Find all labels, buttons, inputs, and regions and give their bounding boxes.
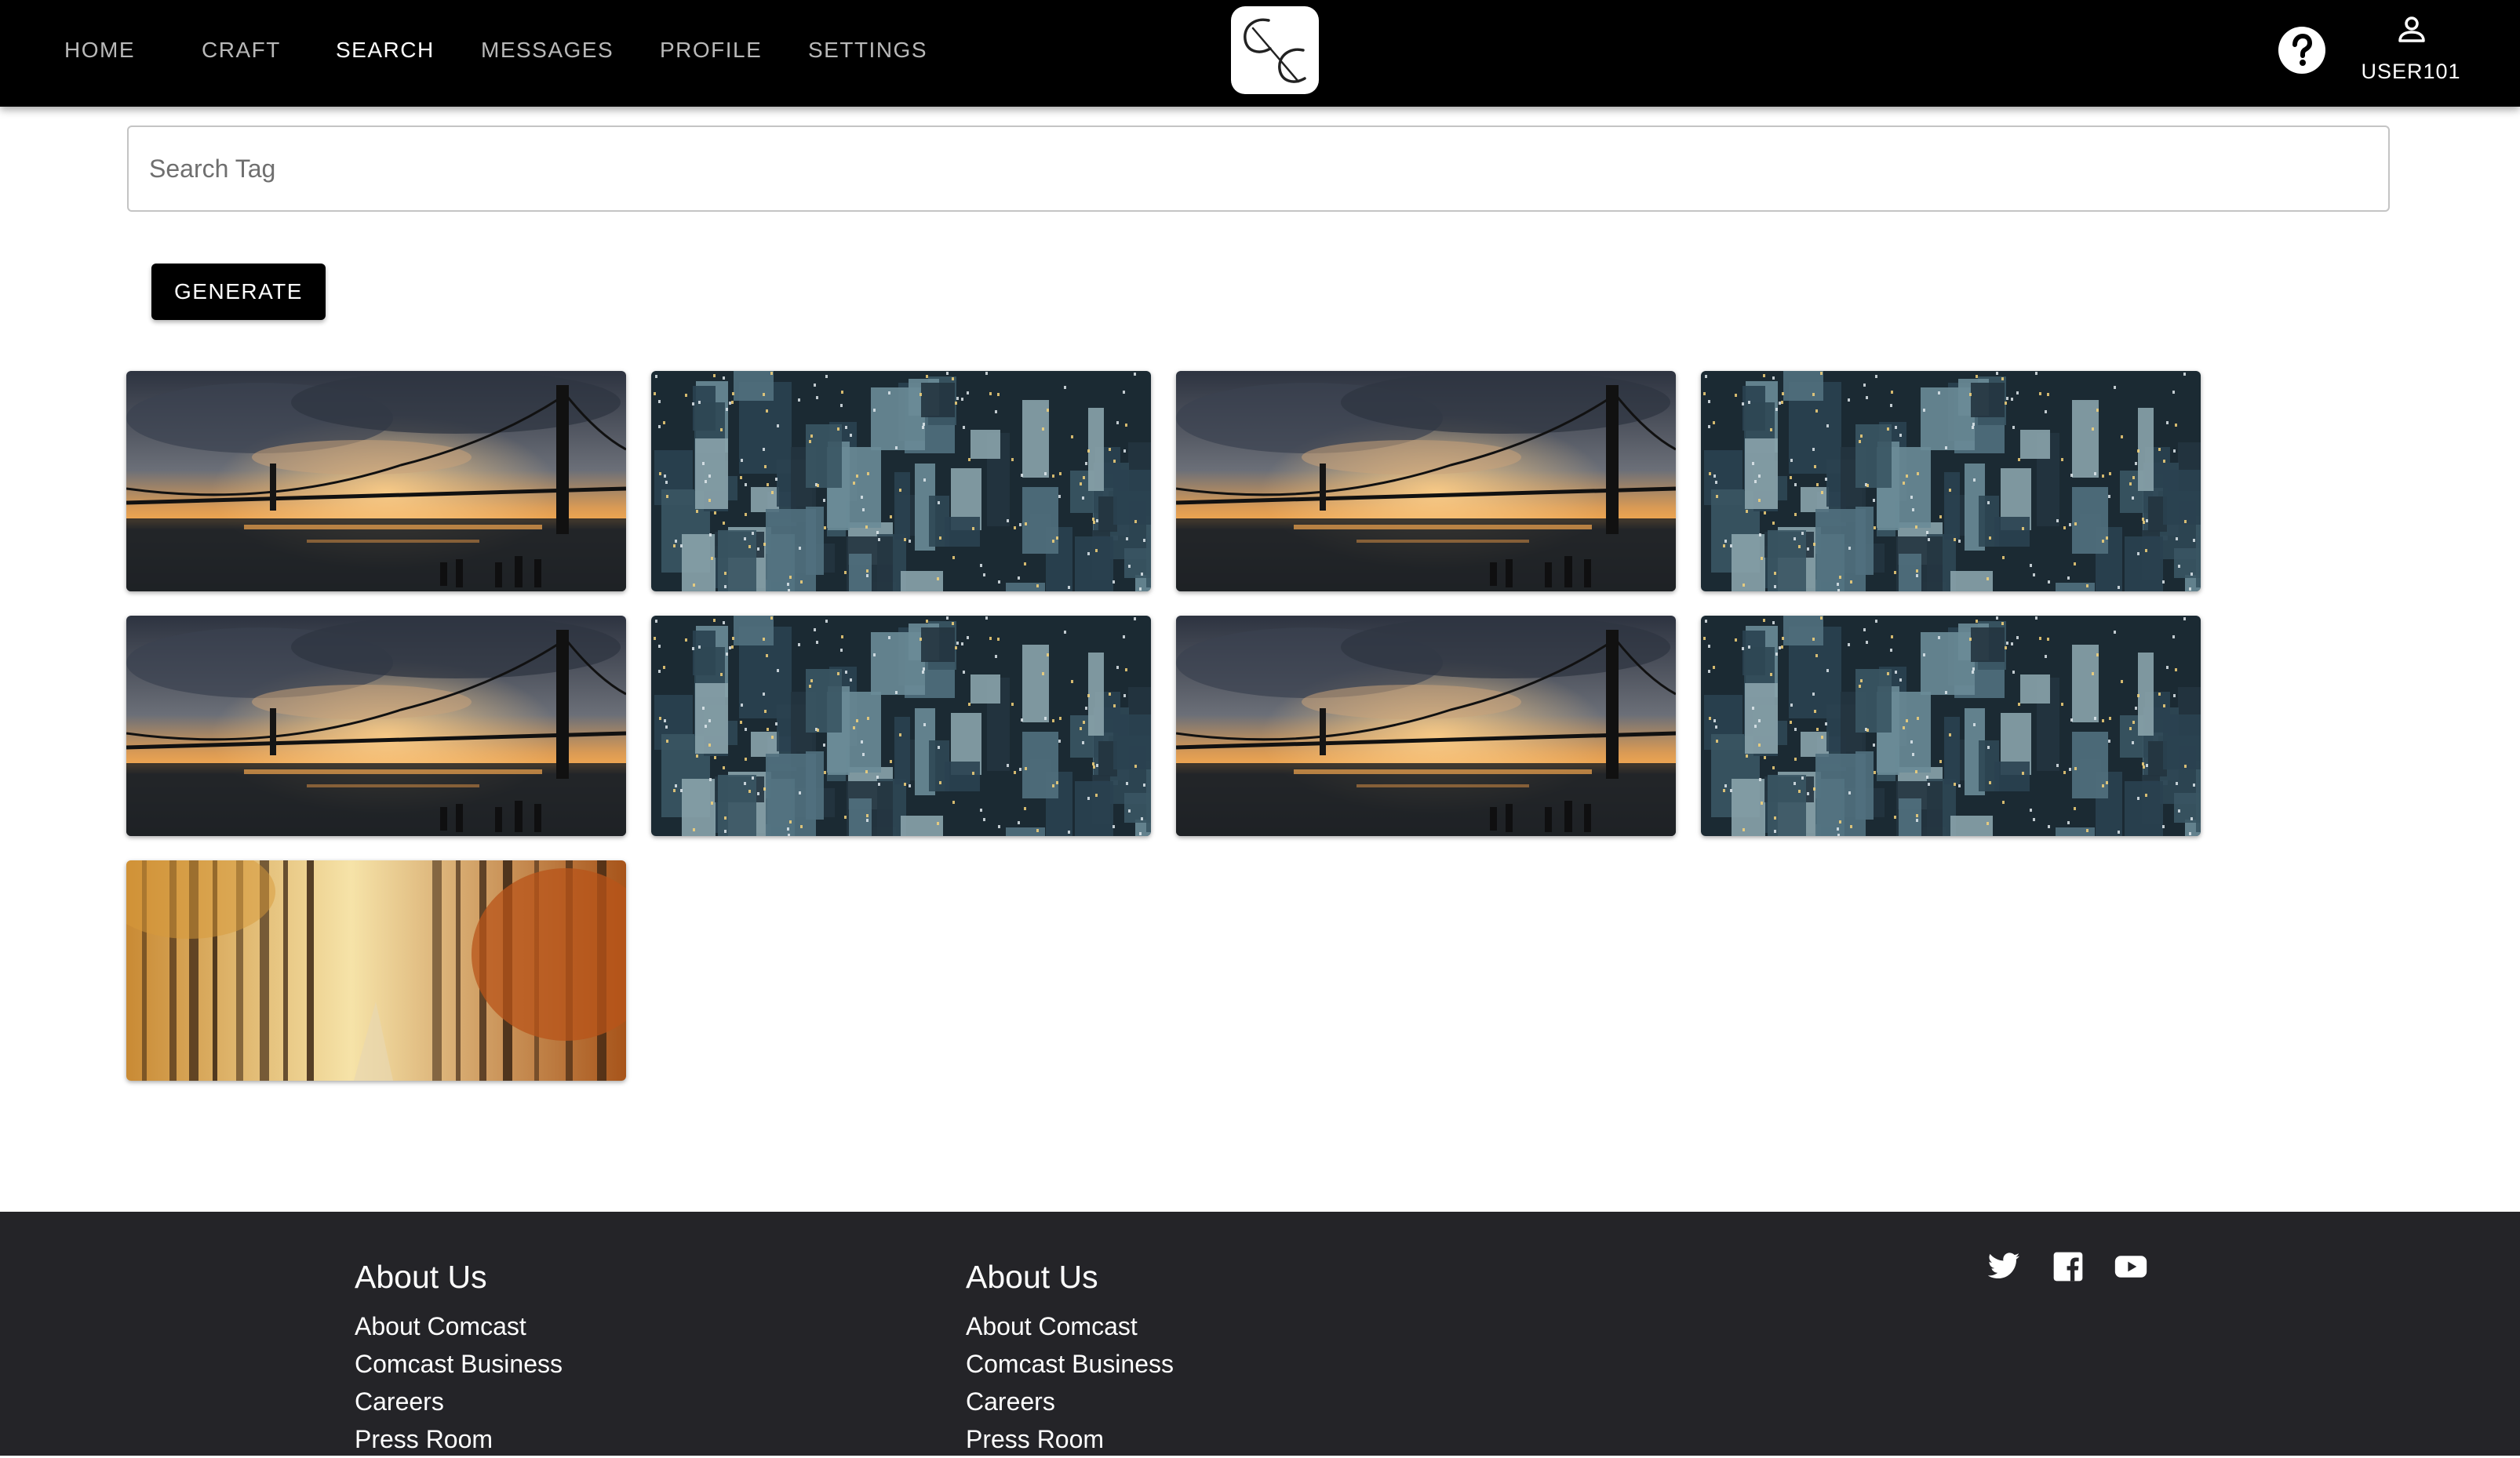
autumn-forest-image — [126, 860, 626, 1081]
city-aerial-image — [651, 371, 1151, 591]
footer-heading: About Us — [355, 1259, 487, 1295]
nav-settings-link[interactable]: SETTINGS — [808, 36, 927, 64]
footer-link-comcast-business[interactable]: Comcast Business — [966, 1345, 1174, 1383]
gallery-image-bridge-sunset[interactable] — [1176, 616, 1676, 836]
user-menu[interactable]: USER101 — [2352, 14, 2470, 89]
person-icon — [2398, 16, 2425, 42]
bridge-sunset-image — [1176, 371, 1676, 591]
footer-link-press-room[interactable]: Press Room — [355, 1420, 563, 1458]
nav-search-link[interactable]: SEARCH — [336, 36, 435, 64]
footer: About Us About Comcast Comcast Business … — [0, 1212, 2520, 1456]
logo-mark — [1244, 18, 1306, 83]
footer-link-about-comcast[interactable]: About Comcast — [966, 1307, 1174, 1345]
generate-button[interactable]: GENERATE — [151, 264, 326, 320]
city-aerial-image — [1701, 371, 2201, 591]
city-aerial-image — [651, 616, 1151, 836]
search-tag-input[interactable] — [127, 125, 2390, 212]
twitter-icon[interactable] — [1987, 1249, 2021, 1284]
gallery-image-city-aerial[interactable] — [651, 371, 1151, 591]
footer-link-about-comcast[interactable]: About Comcast — [355, 1307, 563, 1345]
gallery-image-city-aerial[interactable] — [1701, 616, 2201, 836]
youtube-icon[interactable] — [2114, 1249, 2148, 1284]
footer-link-careers[interactable]: Careers — [355, 1383, 563, 1420]
footer-link-careers[interactable]: Careers — [966, 1383, 1174, 1420]
facebook-icon[interactable] — [2051, 1249, 2085, 1284]
bridge-sunset-image — [126, 616, 626, 836]
gallery-image-bridge-sunset[interactable] — [126, 371, 626, 591]
username-label: USER101 — [2361, 60, 2461, 83]
nav-home-link[interactable]: HOME — [64, 36, 135, 64]
footer-link-press-room[interactable]: Press Room — [966, 1420, 1174, 1458]
city-aerial-image — [1701, 616, 2201, 836]
footer-link-comcast-business[interactable]: Comcast Business — [355, 1345, 563, 1383]
gallery-image-bridge-sunset[interactable] — [126, 616, 626, 836]
help-circle-icon[interactable] — [2278, 27, 2325, 74]
footer-column-2: About Us About Comcast Comcast Business … — [966, 1257, 1174, 1458]
bridge-sunset-image — [126, 371, 626, 591]
gallery-image-city-aerial[interactable] — [651, 616, 1151, 836]
footer-column-1: About Us About Comcast Comcast Business … — [355, 1257, 563, 1458]
nav-craft-link[interactable]: CRAFT — [202, 36, 281, 64]
gallery-image-bridge-sunset[interactable] — [1176, 371, 1676, 591]
gallery-image-autumn-forest[interactable] — [126, 860, 626, 1081]
gallery-image-city-aerial[interactable] — [1701, 371, 2201, 591]
top-nav-bar: HOME CRAFT SEARCH MESSAGES PROFILE SETTI… — [0, 0, 2520, 107]
footer-heading: About Us — [966, 1259, 1098, 1295]
nav-messages-link[interactable]: MESSAGES — [481, 36, 614, 64]
image-gallery — [126, 371, 2204, 1081]
cc-monogram-logo[interactable] — [1231, 6, 1319, 94]
bridge-sunset-image — [1176, 616, 1676, 836]
nav-profile-link[interactable]: PROFILE — [660, 36, 762, 64]
